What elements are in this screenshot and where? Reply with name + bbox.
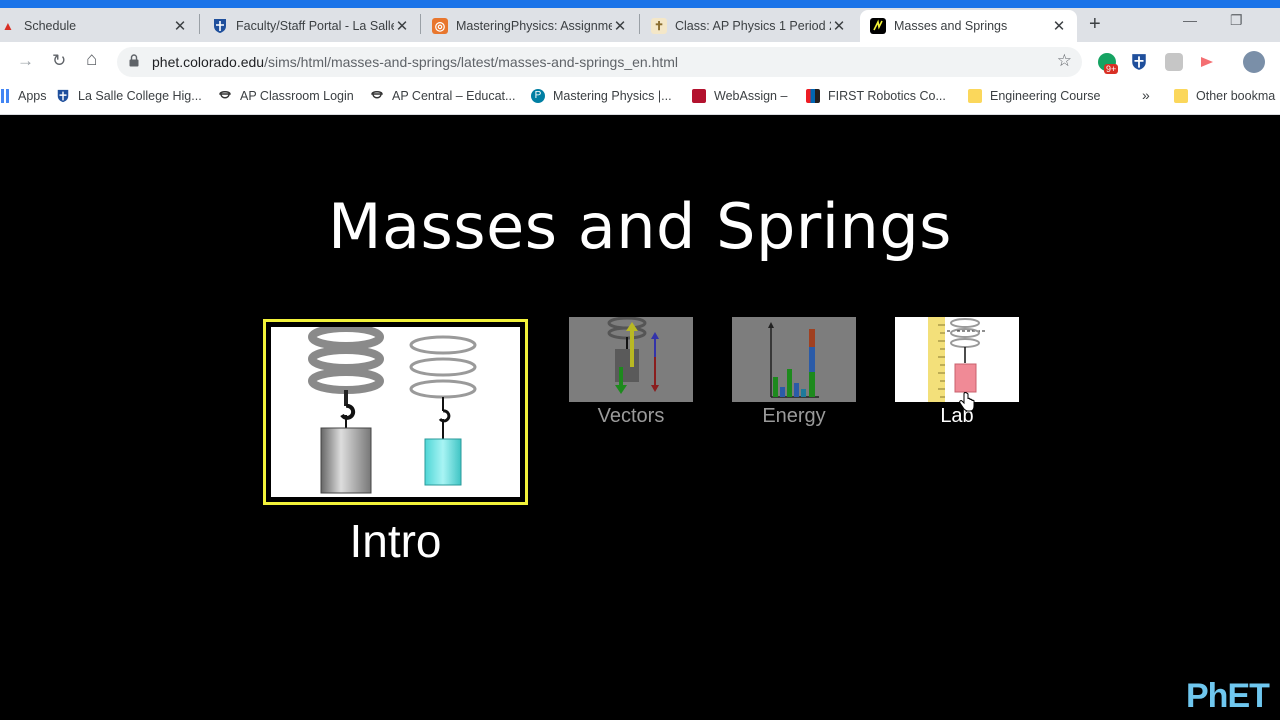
screen-label-energy: Energy [762,405,826,427]
lasalle-shield-icon [212,18,228,34]
ap-acorn-icon [219,91,231,99]
bookmark-label: AP Central – Educat... [392,89,516,103]
screen-button-lab[interactable]: Lab [895,317,1019,437]
tab-title: Schedule [24,19,77,33]
bookmark-label: Apps [18,89,47,103]
lock-icon [129,54,139,67]
class-favicon-icon: ✝ [651,18,667,34]
bookmark-webassign[interactable]: WebAssign – [692,89,787,103]
bookmark-first-robotics[interactable]: FIRST Robotics Co... [806,89,946,103]
ap-acorn-icon [371,91,383,99]
bookmark-label: La Salle College Hig... [78,89,202,103]
close-tab-icon[interactable]: ✕ [1051,17,1067,35]
close-tab-icon[interactable]: ✕ [612,17,628,35]
profile-avatar[interactable] [1243,51,1265,73]
webassign-icon [692,89,706,103]
tab-ap-physics-class[interactable]: ✝ Class: AP Physics 1 Period 2 ✕ [641,10,857,42]
close-tab-icon[interactable]: ✕ [394,17,410,35]
minimize-button[interactable]: — [1183,12,1197,28]
pearson-icon: P [531,89,545,103]
browser-chrome: ▲ Schedule ✕ Faculty/Staff Portal - La S… [0,0,1280,115]
tab-masses-and-springs[interactable]: Masses and Springs ✕ [860,10,1077,42]
extension-badge: 9+ [1104,64,1119,74]
screen-label-intro: Intro [349,515,442,567]
url-host: phet.colorado.edu [152,54,265,70]
close-tab-icon[interactable]: ✕ [172,17,188,35]
thick-spring-icon [308,324,384,394]
bookmark-star-icon[interactable]: ☆ [1057,51,1072,71]
home-button[interactable]: ⌂ [86,49,97,71]
bookmark-other-bookmarks[interactable]: Other bookma [1174,89,1275,103]
address-bar[interactable]: phet.colorado.edu/sims/html/masses-and-s… [117,47,1082,77]
bookmark-label: FIRST Robotics Co... [828,89,946,103]
restore-window-button[interactable]: ❐ [1230,12,1243,29]
grey-mass-icon [320,427,372,494]
more-bookmarks-chevron-icon[interactable]: » [1142,87,1150,103]
lasalle-shield-icon [57,89,69,103]
tab-title: Class: AP Physics 1 Period 2 [675,19,831,33]
tab-title: Faculty/Staff Portal - La Salle [236,19,394,33]
tab-faculty-portal[interactable]: Faculty/Staff Portal - La Salle ✕ [202,10,420,42]
selection-frame [263,319,528,505]
bookmark-label: WebAssign – [714,89,788,103]
url-path: /sims/html/masses-and-springs/latest/mas… [264,54,679,70]
bookmark-ap-central[interactable]: AP Central – Educat... [370,89,515,103]
tab-title: Masses and Springs [894,19,1008,33]
screen-label-vectors: Vectors [597,405,665,427]
bookmark-label: Mastering Physics |... [553,89,672,103]
sim-title: Masses and Springs [328,190,952,263]
tab-strip: ▲ Schedule ✕ Faculty/Staff Portal - La S… [0,8,1280,42]
lab-screen-icon [895,317,1019,402]
energy-screen-icon [732,317,856,402]
window-top-strip [0,0,1280,8]
first-robotics-icon [806,89,820,103]
tab-mastering-physics[interactable]: ◎ MasteringPhysics: Assignme ✕ [422,10,638,42]
navigation-bar: → ↻ ⌂ phet.colorado.edu/sims/html/masses… [0,42,1280,82]
url-text: phet.colorado.edu/sims/html/masses-and-s… [152,54,678,70]
mastering-physics-icon: ◎ [432,18,448,34]
tab-schedule[interactable]: ▲ Schedule ✕ [0,10,198,42]
bookmark-label: Other bookma [1196,89,1276,103]
screen-button-energy[interactable]: Energy [732,317,856,437]
intro-screen-icon [271,324,520,497]
phet-logo[interactable]: PhET [1186,677,1270,716]
schedule-favicon-icon: ▲ [2,19,14,33]
screencastify-extension-icon[interactable] [1198,53,1216,71]
tab-separator [420,14,421,34]
bookmark-engineering-course[interactable]: Engineering Course [968,89,1101,103]
vectors-screen-icon [569,317,693,402]
folder-icon [968,89,982,103]
simulation-home-screen: Masses and Springs Intro Vectors Energy … [0,115,1280,720]
screen-button-vectors[interactable]: Vectors [569,317,693,437]
close-tab-icon[interactable]: ✕ [831,17,847,35]
bookmark-mastering-physics[interactable]: P Mastering Physics |... [531,89,672,103]
extension-puzzle-icon[interactable] [1165,53,1183,71]
bookmark-label: Engineering Course [990,89,1101,103]
tab-separator [639,14,640,34]
screen-button-intro[interactable]: Intro [263,319,528,573]
bookmark-lasalle[interactable]: La Salle College Hig... [56,89,202,103]
new-tab-button[interactable]: + [1089,13,1101,36]
thin-spring-icon [409,335,477,399]
apps-grid-icon [0,89,10,103]
tab-title: MasteringPhysics: Assignme [456,19,612,33]
tab-separator [199,14,200,34]
bookmark-label: AP Classroom Login [240,89,354,103]
screen-label-lab: Lab [940,405,974,427]
reload-button[interactable]: ↻ [52,51,66,71]
lasalle-extension-icon[interactable] [1131,53,1149,71]
cyan-mass-icon [424,438,462,486]
forward-button[interactable]: → [17,51,34,71]
phet-favicon-icon [870,18,886,34]
hand-cursor-icon [959,392,975,412]
bookmark-ap-classroom[interactable]: AP Classroom Login [218,89,354,103]
folder-icon [1174,89,1188,103]
bookmarks-bar: Apps La Salle College Hig... AP Classroo… [0,82,1280,115]
bookmark-apps[interactable]: Apps [0,89,47,103]
